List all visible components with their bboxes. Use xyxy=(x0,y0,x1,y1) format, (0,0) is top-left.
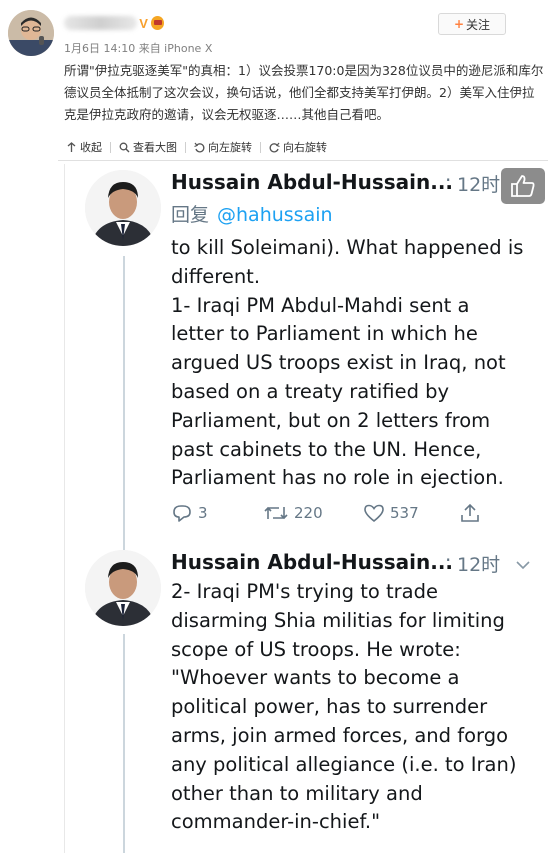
follow-button[interactable]: + 关注 xyxy=(438,13,506,35)
reply-to-line: 回复 @hahussain xyxy=(171,200,333,227)
thumbs-up-icon xyxy=(511,175,535,197)
tweet-author-avatar xyxy=(85,550,161,626)
tweet-text-line: political power, has to surrender xyxy=(171,695,488,719)
tweet-text-line: Parliament, but on 2 letters from xyxy=(171,408,491,432)
author-avatar[interactable] xyxy=(8,10,54,56)
collapse-icon xyxy=(67,141,76,152)
retweet-button[interactable]: 220 xyxy=(263,502,323,524)
rotate-right-icon xyxy=(269,142,280,152)
like-overlay-button[interactable] xyxy=(501,168,545,204)
plus-icon: + xyxy=(453,17,465,31)
tweet-time: 12时 xyxy=(457,554,501,576)
tweet-text-line: past cabinets to the UN. Hence, xyxy=(171,437,482,461)
tweet-menu-button[interactable] xyxy=(515,556,531,575)
thread-line xyxy=(123,256,125,556)
tweet-text-line: argued US troops exist in Iraq, not xyxy=(171,351,506,375)
toolbar-divider-line xyxy=(58,160,548,161)
tweet-text-line: any political allegiance (i.e. to Iran) xyxy=(171,752,517,776)
tweet-text-line: 2- Iraqi PM's trying to trade xyxy=(171,580,438,603)
like-button[interactable]: 537 xyxy=(363,502,419,524)
rotate-right-label: 向右旋转 xyxy=(283,141,327,154)
rotate-left-icon xyxy=(194,142,205,152)
rotate-left-button[interactable]: 向左旋转 xyxy=(186,139,260,155)
tweet-text-line: "Whoever wants to become a xyxy=(171,666,460,690)
tweet-text-line: 1- Iraqi PM Abdul-Mahdi sent a xyxy=(171,293,470,317)
reply-icon xyxy=(173,505,191,522)
tweet-author-name: Hussain Abdul-Hussain... xyxy=(171,550,454,574)
retweet-count: 220 xyxy=(294,504,323,522)
reply-handle-link[interactable]: @hahussain xyxy=(217,204,333,226)
tweet-text-line: to kill Soleimani). What happened is xyxy=(171,236,524,259)
separator-dot: · xyxy=(445,548,452,572)
attached-image[interactable]: Hussain Abdul-Hussain... · 12时 回复 @hahuss… xyxy=(64,164,549,853)
tweet-text-line: disarming Shia militias for limiting xyxy=(171,608,505,632)
redacted-username xyxy=(64,16,138,30)
tweet-text-line: different. xyxy=(171,264,261,288)
tweet-text-line: arms, join armed forces, and forgo xyxy=(171,723,509,747)
view-large-button[interactable]: 查看大图 xyxy=(111,139,185,155)
tweet-time: 12时 xyxy=(457,174,501,196)
thread-line xyxy=(123,634,125,853)
tweet-text-line: scope of US troops. He wrote: xyxy=(171,637,461,661)
tweet-author-avatar xyxy=(85,170,161,246)
post-text: 所谓"伊拉克驱逐美军"的真相：1）议会投票170:0是因为328位议员中的逊尼派… xyxy=(64,63,544,122)
separator-dot: · xyxy=(445,168,452,192)
search-icon xyxy=(119,142,130,152)
like-count: 537 xyxy=(390,504,419,522)
rotate-right-button[interactable]: 向右旋转 xyxy=(261,139,335,155)
tweet-actions: 3 220 537 xyxy=(171,500,501,526)
tweet-text-line: Parliament has no role in ejection. xyxy=(171,466,504,490)
like-icon xyxy=(364,504,384,523)
author-name[interactable]: V xyxy=(64,12,164,34)
tweet-text-line: based on a treaty ratified by xyxy=(171,379,450,403)
view-large-label: 查看大图 xyxy=(133,141,177,154)
tweet-text: 2- Iraqi PM's trying to trade disarming S… xyxy=(171,578,543,837)
image-toolbar: 收起 查看大图 向左旋转 向右旋转 xyxy=(58,136,548,158)
share-icon xyxy=(461,503,479,522)
vip-crown-icon xyxy=(150,16,164,30)
verified-v-badge: V xyxy=(139,15,148,31)
follow-label: 关注 xyxy=(466,17,491,32)
collapse-label: 收起 xyxy=(80,141,102,154)
tweet-text-line: commander-in-chief." xyxy=(171,810,381,834)
tweet-text: to kill Soleimani). What happened is diff… xyxy=(171,234,543,493)
reply-count: 3 xyxy=(198,504,208,522)
retweet-icon xyxy=(264,506,288,520)
chevron-down-icon xyxy=(516,561,530,570)
tweet-text-line: other than to military and xyxy=(171,781,423,805)
tweet-text-line: letter to Parliament in which he xyxy=(171,322,478,346)
reply-button[interactable]: 3 xyxy=(171,502,208,524)
share-button[interactable] xyxy=(459,502,481,524)
tweet-author-name: Hussain Abdul-Hussain... xyxy=(171,170,454,194)
rotate-left-label: 向左旋转 xyxy=(208,141,252,154)
post-meta[interactable]: 1月6日 14:10 来自 iPhone X xyxy=(64,40,212,56)
reply-label: 回复 xyxy=(171,204,210,226)
collapse-button[interactable]: 收起 xyxy=(58,139,110,155)
